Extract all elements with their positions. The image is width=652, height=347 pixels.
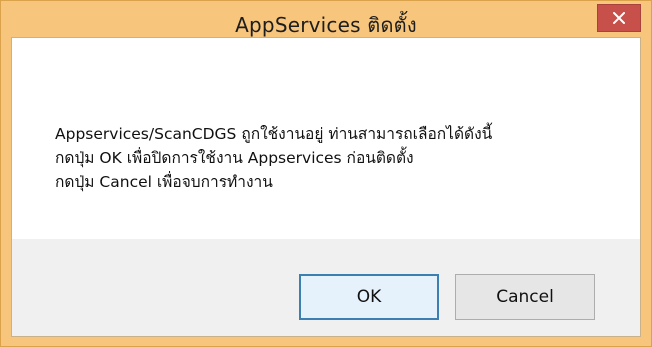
message-text: Appservices/ScanCDGS ถูกใช้งานอยู่ ท่านส… — [55, 122, 492, 194]
close-icon — [613, 12, 625, 24]
ok-button[interactable]: OK — [299, 274, 439, 320]
message-line: Appservices/ScanCDGS ถูกใช้งานอยู่ ท่านส… — [55, 125, 493, 143]
cancel-button[interactable]: Cancel — [455, 274, 595, 320]
dialog-window: AppServices ติดตั้ง Appservices/ScanCDGS… — [0, 0, 652, 347]
message-line: กดปุ่ม OK เพื่อปิดการใช้งาน Appservices … — [55, 149, 414, 167]
close-button[interactable] — [597, 4, 641, 32]
title-bar[interactable]: AppServices ติดตั้ง — [1, 1, 651, 37]
button-bar: OK Cancel — [12, 239, 640, 336]
message-line: กดปุ่ม Cancel เพื่อจบการทำงาน — [55, 173, 273, 191]
dialog-content: Appservices/ScanCDGS ถูกใช้งานอยู่ ท่านส… — [11, 37, 641, 337]
